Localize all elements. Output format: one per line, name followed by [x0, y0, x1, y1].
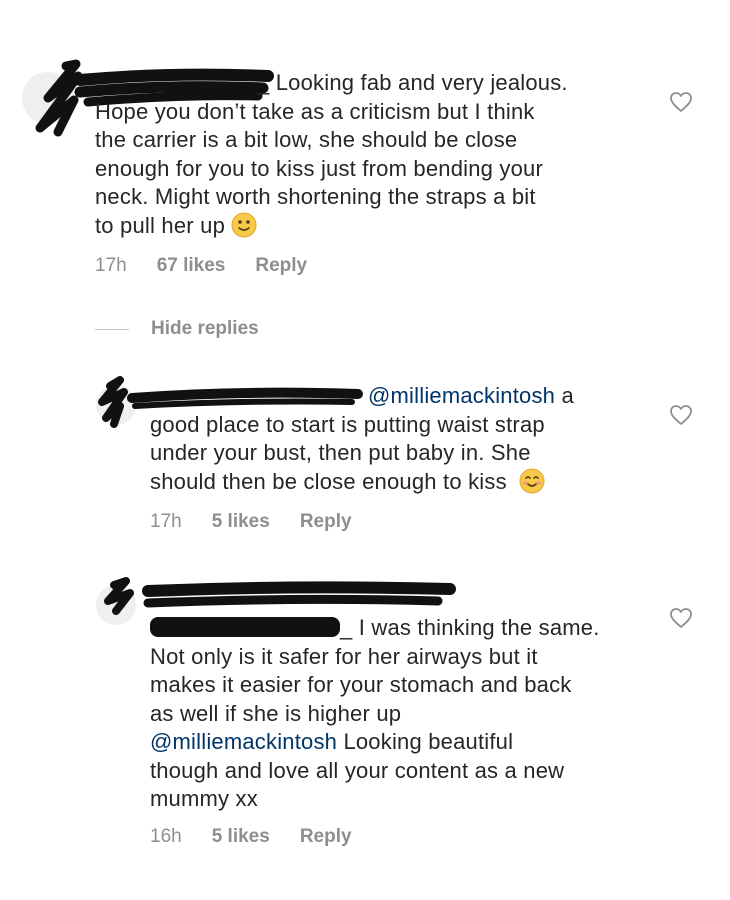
comment-line: Hope you don’t take as a criticism but I…: [95, 98, 535, 124]
comment-line: a: [561, 383, 574, 408]
comment-line: Looking beautiful: [343, 729, 514, 754]
comment-line: as well if she is higher up: [150, 700, 402, 726]
comment-line: I was thinking the same.: [358, 615, 600, 640]
comment-line: enough for you to kiss just from bending…: [95, 155, 544, 181]
comment-line: neck. Might worth shortening the straps …: [95, 184, 536, 209]
timestamp: 17h: [95, 255, 127, 276]
mention-link[interactable]: @milliemackintosh: [368, 383, 555, 408]
comment-meta: 16h 5 likes Reply: [150, 826, 352, 848]
reply-button[interactable]: Reply: [300, 511, 352, 533]
smiling-face-icon: [519, 468, 545, 493]
reply-button[interactable]: Reply: [255, 255, 307, 277]
comment-line: though and love all your content as a ne…: [150, 757, 565, 783]
comment-line: the carrier is a bit low, she should be …: [95, 127, 518, 152]
comment-text: _ Looking fab and very jealous. Hope you…: [95, 69, 655, 240]
heart-icon[interactable]: [669, 607, 693, 629]
redacted-username: [150, 617, 340, 637]
comment-meta: 17h 67 likes Reply: [95, 255, 307, 277]
mention-link[interactable]: @milliemackintosh: [150, 729, 337, 754]
hide-replies-button[interactable]: Hide replies: [95, 318, 259, 340]
username-fragment[interactable]: _: [257, 70, 269, 95]
likes-count[interactable]: 5 likes: [212, 826, 270, 848]
likes-count[interactable]: 5 likes: [212, 511, 270, 533]
comment-text: _ I was thinking the same. Not only is i…: [150, 614, 650, 814]
comment-line: good place to start is putting waist str…: [150, 411, 545, 437]
heart-icon[interactable]: [669, 91, 693, 113]
comment-text: @milliemackintosh a good place to start …: [150, 382, 650, 496]
hide-replies-label: Hide replies: [151, 318, 259, 339]
comment-line: makes it easier for your stomach and bac…: [150, 672, 572, 697]
comment-meta: 17h 5 likes Reply: [150, 511, 352, 533]
slightly-smiling-face-icon: [231, 212, 257, 237]
reply-button[interactable]: Reply: [300, 826, 352, 848]
comment-line: Looking fab and very jealous.: [275, 70, 568, 95]
likes-count[interactable]: 67 likes: [157, 255, 226, 277]
timestamp: 16h: [150, 826, 182, 847]
comment-line: under your bust, then put baby in. She: [150, 440, 531, 465]
username-fragment[interactable]: _: [340, 615, 352, 640]
comment-line: to pull her up: [95, 212, 225, 238]
comment-line: should then be close enough to kiss: [150, 468, 507, 494]
heart-icon[interactable]: [669, 404, 693, 426]
divider-line: [95, 328, 129, 330]
comment-line: Not only is it safer for her airways but…: [150, 643, 538, 669]
timestamp: 17h: [150, 511, 182, 532]
redaction-scribble: [104, 577, 456, 615]
comment-line: mummy xx: [150, 786, 258, 811]
